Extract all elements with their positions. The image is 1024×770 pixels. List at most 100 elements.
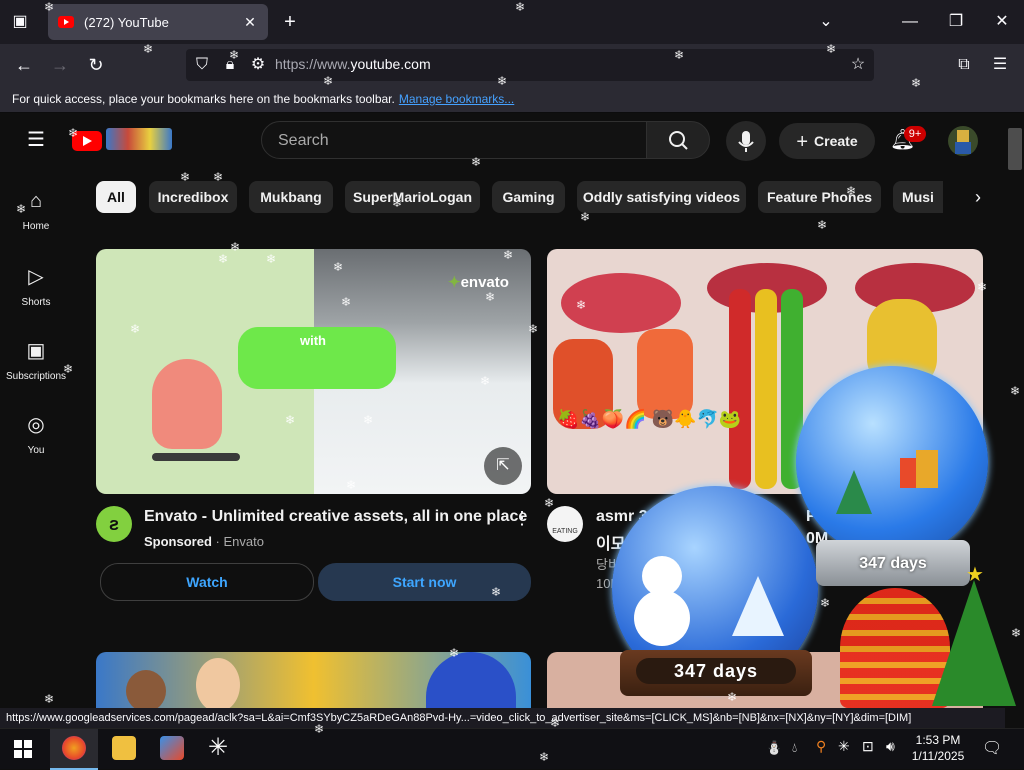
bookmarks-hint: For quick access, place your bookmarks h… <box>12 92 395 106</box>
list-tabs-icon[interactable]: ⌄ <box>814 12 838 32</box>
browser-tab[interactable]: (272) YouTube ✕ <box>48 4 268 40</box>
bookmark-star-icon[interactable]: ☆ <box>846 55 870 75</box>
search-input[interactable]: Search <box>278 132 329 150</box>
permissions-icon[interactable]: ⚙ <box>246 55 270 75</box>
tray-drop-icon[interactable]: 💧︎ <box>792 740 797 756</box>
open-external-icon[interactable]: ⇱ <box>484 447 522 485</box>
menu-icon[interactable]: ☰ <box>988 55 1012 75</box>
snowflake-icon: ❄ <box>817 218 828 232</box>
tab-title: (272) YouTube <box>84 14 169 30</box>
search-icon <box>669 131 688 150</box>
puppet-face-graphic <box>126 670 166 712</box>
envato-brand-text: ✦envato <box>448 273 509 291</box>
sidebar-item-shorts[interactable]: ▷ Shorts <box>0 264 72 308</box>
overlay-with-text: with <box>300 333 326 348</box>
envato-leaf-icon: ✦ <box>448 274 461 291</box>
search-button[interactable] <box>646 121 710 159</box>
taskbar-clock[interactable]: 1:53 PM 1/11/2025 <box>906 732 970 764</box>
url-prefix: https://www. <box>275 56 351 72</box>
snowy-tree <box>732 576 784 636</box>
snowflake-icon: ❄ <box>544 496 555 510</box>
small-tree <box>836 470 872 514</box>
volume-icon[interactable]: 🔊︎ <box>886 738 895 755</box>
channel-name-envato[interactable]: Envato <box>223 534 263 549</box>
doodle-logo-icon[interactable] <box>106 128 172 150</box>
video-thumbnail-envato[interactable]: with ✦envato ⇱ <box>96 249 531 494</box>
manage-bookmarks-link[interactable]: Manage bookmarks... <box>399 92 514 106</box>
chips-next-icon[interactable]: › <box>966 187 990 207</box>
video-meta-envato: Sponsored · Envato <box>144 534 264 549</box>
tray-snowflake-icon[interactable]: ✳ <box>838 738 850 755</box>
chip-gaming[interactable]: Gaming <box>492 181 565 213</box>
candy-stick-red <box>729 289 751 489</box>
link-status-bar: https://www.googleadservices.com/pagead/… <box>0 708 1005 728</box>
forward-icon[interactable]: → <box>48 55 72 75</box>
chip-feature-phones[interactable]: Feature Phones <box>758 181 881 213</box>
youtube-favicon-icon <box>58 16 74 28</box>
plus-icon: + <box>796 131 809 153</box>
window-close-icon[interactable]: ✕ <box>990 12 1014 32</box>
chip-incredibox[interactable]: Incredibox <box>149 181 237 213</box>
tree-star-icon: ★ <box>966 564 984 586</box>
youtube-logo-icon[interactable] <box>72 131 102 151</box>
jelly-graphic <box>637 329 693 419</box>
christmas-tree-icon <box>932 580 1016 706</box>
sidebar-item-subscriptions[interactable]: ▣ Subscriptions <box>0 338 72 382</box>
chip-oddly-satisfying[interactable]: Oddly satisfying videos <box>577 181 746 213</box>
shield-icon[interactable]: ⛉ <box>190 55 214 75</box>
cartoon-character <box>152 359 222 449</box>
scrollbar-thumb[interactable] <box>1008 128 1022 170</box>
bookmarks-toolbar: For quick access, place your bookmarks h… <box>0 86 1024 113</box>
watch-button[interactable]: Watch <box>100 563 314 601</box>
tray-search-icon[interactable]: ⚲ <box>816 738 826 755</box>
network-icon[interactable]: ⊡ <box>862 738 874 755</box>
notifications-center-icon[interactable]: 🗨︎ <box>982 738 1002 758</box>
url-text[interactable]: https://www.youtube.com <box>275 56 431 72</box>
video-title-envato[interactable]: Envato - Unlimited creative assets, all … <box>144 508 527 526</box>
start-now-button[interactable]: Start now <box>318 563 531 601</box>
microphone-icon <box>738 131 754 152</box>
chip-supermariologan[interactable]: SuperMarioLogan <box>345 181 480 213</box>
sidebar-label-home: Home <box>22 221 50 232</box>
firefox-view-icon[interactable]: ▣ <box>8 12 32 32</box>
lock-icon[interactable]: 🔒︎ <box>218 55 242 75</box>
firefox-icon[interactable] <box>62 736 86 760</box>
app-icon[interactable] <box>160 736 184 760</box>
restore-icon[interactable]: ❐ <box>944 12 968 32</box>
new-tab-icon[interactable]: + <box>278 12 302 32</box>
voice-search-button[interactable] <box>726 121 766 161</box>
guide-menu-icon[interactable]: ☰ <box>24 130 48 150</box>
chip-music[interactable]: Musi <box>893 181 943 213</box>
windows-start-icon[interactable] <box>14 740 32 758</box>
sidebar-item-home[interactable]: ⌂ Home <box>0 190 72 232</box>
globe-countdown-left: 347 days <box>636 658 796 684</box>
create-button[interactable]: + Create <box>779 123 875 159</box>
extensions-icon[interactable]: ⧉ <box>952 55 976 75</box>
sidebar-label-shorts: Shorts <box>21 297 51 308</box>
shorts-icon: ▷ <box>28 266 44 288</box>
envato-brand-label: envato <box>460 274 509 291</box>
tray-app-icon[interactable]: ⛄ <box>766 740 782 756</box>
minimize-icon[interactable]: — <box>898 12 922 32</box>
account-avatar[interactable] <box>948 126 978 156</box>
chip-all[interactable]: All <box>96 181 136 213</box>
envato-channel-avatar[interactable]: ƨ <box>96 506 132 542</box>
url-domain: youtube.com <box>350 56 431 72</box>
snowman-body <box>634 590 690 646</box>
close-tab-icon[interactable]: ✕ <box>240 14 260 31</box>
video-thumbnail-supermariologan[interactable] <box>96 652 531 712</box>
more-actions-icon[interactable]: ⋮ <box>510 508 534 528</box>
sidebar-label-subscriptions: Subscriptions <box>5 371 67 382</box>
notification-badge: 9+ <box>904 126 926 142</box>
snowflake-icon: ❄ <box>820 596 831 610</box>
puppet-hat-graphic <box>426 652 516 712</box>
reload-icon[interactable]: ↻ <box>84 55 108 75</box>
emoji-row: 🍓🍇🍑🌈 🐻🐥🐬🐸 <box>557 409 742 429</box>
clock-time: 1:53 PM <box>915 733 961 747</box>
snowflake-app-icon[interactable]: ✳ <box>208 734 228 762</box>
asmr-channel-avatar[interactable]: EATING <box>547 506 583 542</box>
sidebar-item-you[interactable]: ◎ You <box>0 412 72 456</box>
chip-mukbang[interactable]: Mukbang <box>249 181 333 213</box>
file-explorer-icon[interactable] <box>112 736 136 760</box>
back-icon[interactable]: ← <box>12 55 36 75</box>
